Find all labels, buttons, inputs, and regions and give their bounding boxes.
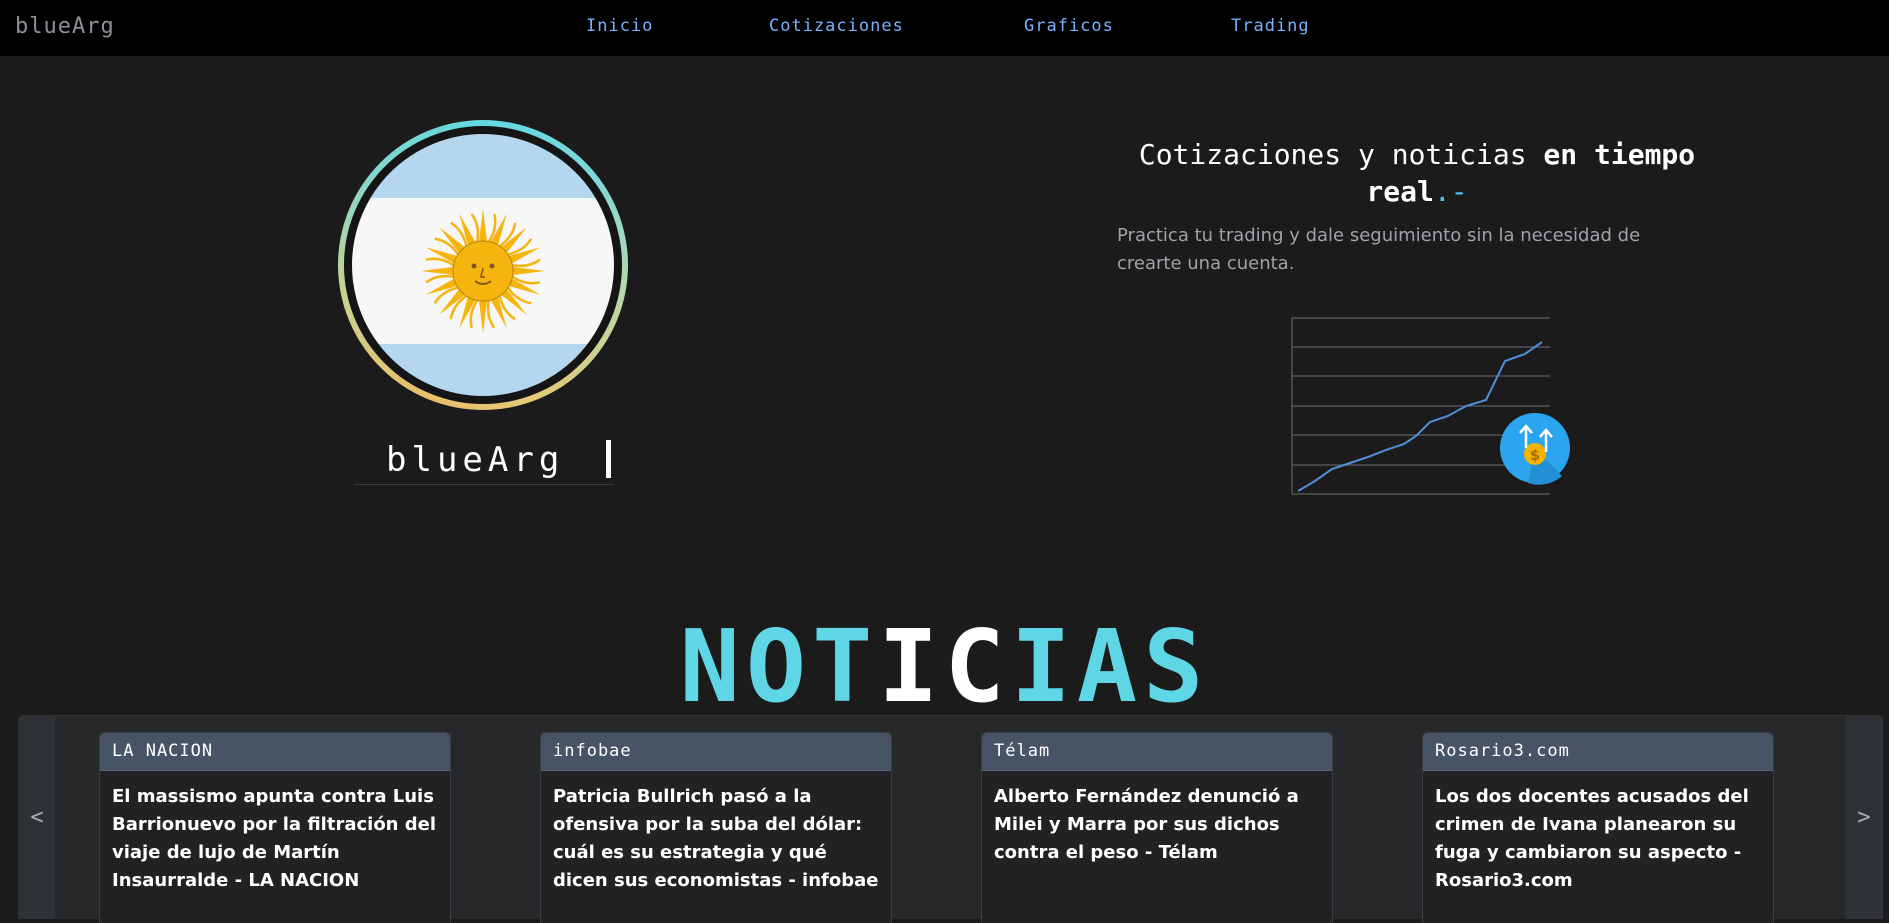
typing-cursor — [606, 440, 611, 478]
hero-brand-typing: blueArg — [354, 436, 614, 485]
news-card-source: Rosario3.com — [1423, 733, 1773, 771]
headline-plain: Cotizaciones y noticias — [1138, 138, 1544, 171]
navbar-brand[interactable]: blueArg — [15, 14, 115, 39]
news-carousel: < LA NACION El massismo apunta contra Lu… — [18, 715, 1883, 923]
headline-accent: .- — [1433, 175, 1468, 208]
news-title-part-2: IC — [878, 608, 1011, 725]
news-card-headline[interactable]: Los dos docentes acusados del crimen de … — [1423, 771, 1773, 895]
sun-of-may-icon — [421, 209, 545, 333]
news-card-source: Télam — [982, 733, 1332, 771]
nav-link-graficos[interactable]: Graficos — [1024, 16, 1114, 36]
news-title-part-3: IAS — [1010, 608, 1210, 725]
argentina-flag-logo — [338, 120, 628, 410]
nav-link-inicio[interactable]: Inicio — [586, 16, 653, 36]
news-title-part-1: NOT — [679, 608, 879, 725]
navbar: blueArg Inicio Cotizaciones Graficos Tra… — [0, 0, 1889, 56]
nav-link-trading[interactable]: Trading — [1231, 16, 1310, 36]
news-card[interactable]: LA NACION El massismo apunta contra Luis… — [99, 732, 451, 923]
news-card-source: infobae — [541, 733, 891, 771]
trading-chart-illustration: $ — [1291, 317, 1570, 495]
news-card[interactable]: Télam Alberto Fernández denunció a Milei… — [981, 732, 1333, 923]
news-card-source: LA NACION — [100, 733, 450, 771]
news-card-headline[interactable]: Alberto Fernández denunció a Milei y Mar… — [982, 771, 1332, 867]
carousel-prev-button[interactable]: < — [19, 716, 55, 919]
hero-headline: Cotizaciones y noticias en tiempo real.- — [1117, 136, 1717, 210]
news-card[interactable]: Rosario3.com Los dos docentes acusados d… — [1422, 732, 1774, 923]
news-section-title: NOTICIAS — [0, 612, 1889, 722]
news-card-headline[interactable]: Patricia Bullrich pasó a la ofensiva por… — [541, 771, 891, 895]
hero-subtitle: Practica tu trading y dale seguimiento s… — [1117, 225, 1641, 274]
hero-brand-name: blueArg — [386, 440, 565, 480]
news-card-headline[interactable]: El massismo apunta contra Luis Barrionue… — [100, 771, 450, 895]
nav-link-cotizaciones[interactable]: Cotizaciones — [769, 16, 904, 36]
carousel-next-button[interactable]: > — [1846, 716, 1882, 919]
currency-symbol: $ — [1530, 448, 1540, 464]
news-card[interactable]: infobae Patricia Bullrich pasó a la ofen… — [540, 732, 892, 923]
